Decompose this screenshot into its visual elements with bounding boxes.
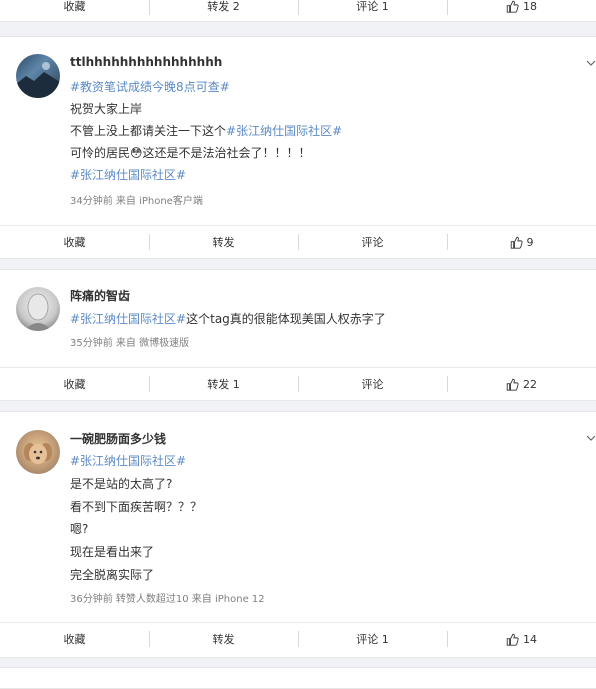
hashtag-link[interactable]: #张江纳仕国际社区# — [70, 452, 186, 469]
collect-label: 收藏 — [63, 236, 86, 249]
repost-button[interactable]: 转发 1 — [149, 368, 298, 400]
action-bar: 收藏 转发 评论 9 — [0, 225, 596, 258]
post-text-line: 可怜的居民😳这还是不是法治社会了！！！！ — [70, 144, 311, 161]
comment-button[interactable]: 评论 — [298, 368, 447, 400]
like-button[interactable]: 18 — [447, 0, 596, 21]
avatar-image — [16, 62, 60, 98]
like-count: 22 — [523, 377, 537, 391]
post-text: 可怜的居民 — [70, 146, 131, 160]
comment-label: 评论 — [361, 378, 384, 391]
post-text-line: 完全脱离实际了 — [70, 568, 155, 582]
top-action-bar: 收藏 转发 2 评论 1 18 — [0, 0, 596, 22]
collect-button[interactable]: 收藏 — [0, 368, 149, 400]
post-card — [0, 667, 596, 689]
comment-label: 评论 1 — [356, 0, 389, 13]
repost-label: 转发 2 — [207, 0, 240, 13]
comment-button[interactable]: 评论 1 — [298, 0, 447, 21]
collect-button[interactable]: 收藏 — [0, 623, 149, 655]
repost-button[interactable]: 转发 — [149, 623, 298, 655]
like-count: 18 — [523, 0, 537, 13]
comment-button[interactable]: 评论 1 — [298, 623, 447, 655]
username[interactable]: 阵痛的智齿 — [70, 287, 130, 304]
repost-label: 转发 — [212, 633, 235, 646]
action-bar: 收藏 转发 评论 1 14 — [0, 622, 596, 655]
chevron-down-icon[interactable] — [586, 433, 596, 443]
hashtag-link[interactable]: #教资笔试成绩今晚8点可查# — [70, 78, 230, 95]
avatar-image — [24, 293, 52, 331]
post-text: 这个tag真的很能体现美国人权赤字了 — [186, 312, 386, 326]
like-count: 9 — [526, 235, 534, 249]
thumb-up-icon — [506, 378, 519, 391]
like-button[interactable]: 22 — [447, 368, 596, 400]
post-meta: 34分钟前 来自 iPhone客户端 — [70, 196, 203, 207]
post-text-line: 不管上没上都请关注一下这个#张江纳仕国际社区# — [70, 122, 342, 139]
thumb-up-icon — [506, 633, 519, 646]
collect-label: 收藏 — [63, 0, 86, 13]
like-button[interactable]: 9 — [447, 226, 596, 258]
hashtag-link[interactable]: #张江纳仕国际社区# — [226, 124, 342, 138]
collect-label: 收藏 — [63, 378, 86, 391]
chevron-down-icon[interactable] — [586, 58, 596, 68]
action-bar: 收藏 转发 1 评论 22 — [0, 367, 596, 400]
like-button[interactable]: 14 — [447, 623, 596, 655]
post-card: 阵痛的智齿 #张江纳仕国际社区#这个tag真的很能体现美国人权赤字了 35分钟前… — [0, 269, 596, 401]
post-text-line: 现在是看出来了 — [70, 545, 155, 559]
collect-button[interactable]: 收藏 — [0, 226, 149, 258]
post-meta: 35分钟前 来自 微博极速版 — [70, 338, 190, 349]
like-count: 14 — [523, 632, 537, 646]
post-card: 一碗肥肠面多少钱 #张江纳仕国际社区# 是不是站的太高了? 看不到下面疾苦啊？？… — [0, 411, 596, 658]
thumb-up-icon — [510, 236, 523, 249]
username[interactable]: ttlhhhhhhhhhhhhhhhh — [70, 55, 222, 69]
post-meta: 36分钟前 转赞人数超过10 来自 iPhone 12 — [70, 594, 265, 605]
post-card: ttlhhhhhhhhhhhhhhhh #教资笔试成绩今晚8点可查# 祝贺大家上… — [0, 36, 596, 259]
post-text-line: 看不到下面疾苦啊？？？ — [70, 500, 203, 514]
comment-label: 评论 1 — [356, 633, 389, 646]
hashtag-link[interactable]: #张江纳仕国际社区# — [70, 312, 186, 326]
post-text: 这还是不是法治社会了！！！！ — [142, 146, 311, 160]
flushed-emoji-icon: 😳 — [130, 146, 143, 160]
repost-label: 转发 — [212, 236, 235, 249]
avatar[interactable] — [16, 287, 60, 331]
repost-button[interactable]: 转发 2 — [149, 0, 298, 21]
username[interactable]: 一碗肥肠面多少钱 — [70, 430, 166, 447]
post-text-line: #张江纳仕国际社区#这个tag真的很能体现美国人权赤字了 — [70, 310, 386, 327]
repost-button[interactable]: 转发 — [149, 226, 298, 258]
avatar-image — [24, 443, 52, 464]
avatar[interactable] — [16, 430, 60, 474]
comment-button[interactable]: 评论 — [298, 226, 447, 258]
comment-label: 评论 — [361, 236, 384, 249]
collect-button[interactable]: 收藏 — [0, 0, 149, 21]
post-text: 不管上没上都请关注一下这个 — [70, 124, 227, 138]
thumb-up-icon — [506, 0, 519, 13]
post-text-line: 嗯? — [70, 522, 89, 536]
post-text-line: 是不是站的太高了? — [70, 477, 173, 491]
hashtag-link[interactable]: #张江纳仕国际社区# — [70, 166, 186, 183]
collect-label: 收藏 — [63, 633, 86, 646]
repost-label: 转发 1 — [207, 378, 240, 391]
post-text-line: 祝贺大家上岸 — [70, 102, 143, 116]
avatar[interactable] — [16, 54, 60, 98]
